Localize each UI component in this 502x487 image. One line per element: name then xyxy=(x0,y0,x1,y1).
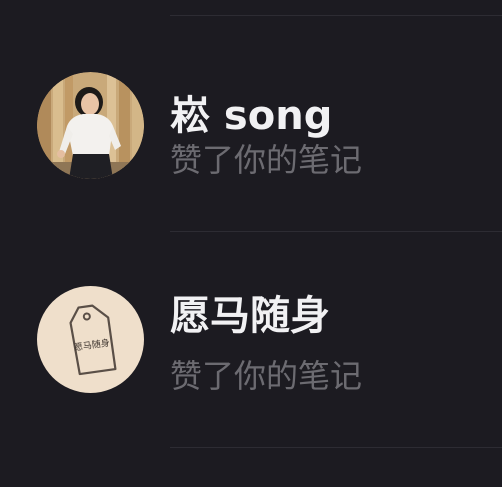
notification-item[interactable]: 崧 song 赞了你的笔记 xyxy=(0,16,502,232)
notification-item[interactable]: 愿马随身 愿马随身 赞了你的笔记 xyxy=(0,232,502,448)
action-text: 赞了你的笔记 xyxy=(170,141,363,179)
action-text: 赞了你的笔记 xyxy=(170,357,363,395)
user-name[interactable]: 崧 song xyxy=(170,92,332,140)
user-name[interactable]: 愿马随身 xyxy=(170,292,330,340)
person-photo-icon xyxy=(37,72,144,179)
logo-text: 愿马随身 xyxy=(73,337,110,354)
notification-list: 崧 song 赞了你的笔记 愿马随身 愿马随身 赞了你的笔记 xyxy=(0,0,502,487)
tag-logo-icon: 愿马随身 xyxy=(69,304,117,376)
divider xyxy=(170,447,502,448)
avatar[interactable] xyxy=(37,72,144,179)
avatar[interactable]: 愿马随身 xyxy=(37,286,144,393)
